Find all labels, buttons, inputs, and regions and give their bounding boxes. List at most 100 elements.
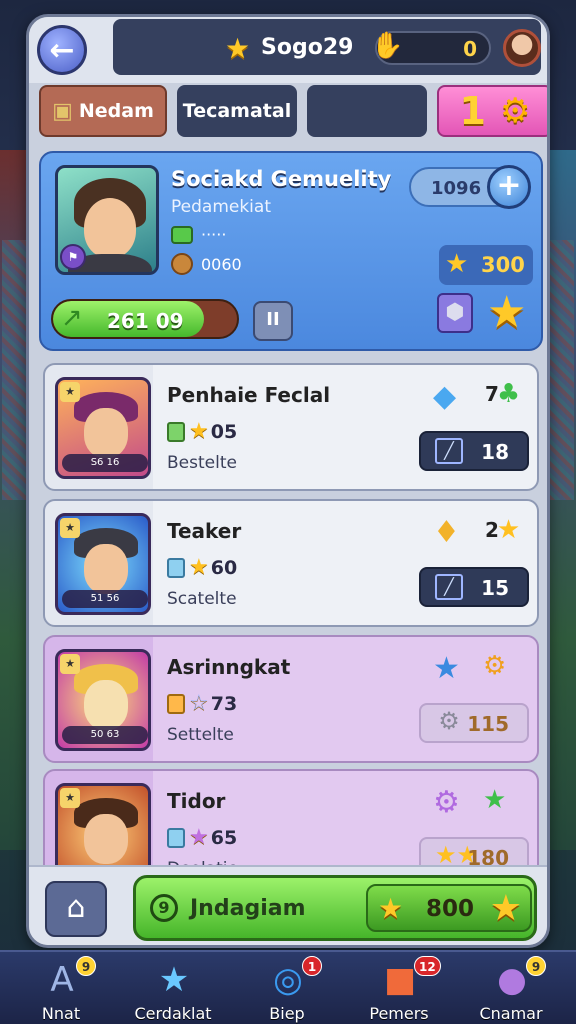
- profile-stat-row-2: 0060: [171, 253, 242, 275]
- card-subtitle: Scatelte: [167, 589, 237, 609]
- home-button[interactable]: ⌂: [45, 881, 107, 937]
- stars-value: 300: [481, 253, 525, 277]
- tab-label: Tecamatal: [182, 100, 292, 122]
- card-stat-row: ★ 05: [167, 419, 237, 444]
- add-button[interactable]: +: [487, 165, 531, 209]
- xp-value: 261 09: [107, 309, 184, 333]
- gem-icon: [171, 225, 193, 244]
- nav-item-cerdaklat[interactable]: ★ Cerdaklat: [118, 956, 228, 1024]
- thumb-caption: S6 16: [62, 454, 148, 472]
- square-icon: [167, 557, 185, 578]
- diamond-icon: ◆: [433, 379, 457, 414]
- card-button-value: 18: [481, 440, 509, 464]
- card-top-stat: 7 ♣: [485, 379, 520, 409]
- nav-label: Cerdaklat: [134, 1004, 212, 1023]
- gear-icon: ⚙: [499, 91, 531, 131]
- start-button-label: Jndagiam: [190, 896, 306, 921]
- profile-name: Sociakd Gemuelity: [171, 167, 392, 191]
- list-item[interactable]: ★ S6 16 Penhaie Feclal ★ 05 Bestelte ◆ 7…: [43, 363, 539, 491]
- tab-settings[interactable]: 1 ⚙: [437, 85, 547, 137]
- character-thumbnail: ★ S6 16: [55, 377, 151, 479]
- avatar[interactable]: [503, 29, 541, 67]
- back-button[interactable]: ←: [37, 25, 87, 75]
- nav-badge: 9: [526, 956, 546, 976]
- card-top-stat: ★: [483, 785, 507, 815]
- nav-item-nnat[interactable]: A 9 Nnat: [6, 956, 116, 1024]
- card-title: Asrinngkat: [167, 655, 291, 679]
- home-icon: ⌂: [66, 890, 86, 925]
- star-icon: ★: [189, 419, 209, 444]
- level-icon: ★: [60, 654, 80, 674]
- star-icon: ★: [445, 249, 469, 279]
- profile-card: ⚑ Sociakd Gemuelity Pedamekiat ····· 006…: [39, 151, 543, 351]
- pause-button[interactable]: II: [253, 301, 293, 341]
- card-stat-row: ★ 65: [167, 825, 237, 850]
- page-title: Sogo29: [261, 35, 354, 60]
- gear-icon: ⚙: [483, 651, 507, 681]
- thumb-face: [84, 814, 128, 864]
- star-icon: ☆: [189, 691, 209, 716]
- card-top-stat: ⚙: [483, 651, 507, 681]
- list-item[interactable]: ★ 51 56 Teaker ★ 60 Scatelte ♦ 2 ★ ╱ 15: [43, 499, 539, 627]
- crest-icon: ⬢: [445, 300, 465, 325]
- nav-badge: 12: [414, 956, 441, 976]
- price-value: 800: [426, 896, 475, 922]
- rank-button[interactable]: ⬢: [437, 293, 473, 333]
- gear-icon: ⚙: [438, 707, 460, 735]
- nav-item-biep[interactable]: ◎ 1 Biep: [232, 956, 342, 1024]
- card-title: Teaker: [167, 519, 242, 543]
- card-action-button[interactable]: ⚙ 115: [419, 703, 529, 743]
- clover-icon: ♣: [496, 379, 521, 409]
- card-stat-row: ★ 60: [167, 555, 237, 580]
- bell-icon: ✋: [371, 31, 404, 61]
- favorite-star-icon[interactable]: ★: [487, 287, 526, 338]
- list-item[interactable]: ★ Tidor ★ 65 Deolatie ⚙ ★ ★★ 180: [43, 769, 539, 885]
- profile-stat-2: 0060: [201, 254, 242, 274]
- title-bar: ★ Sogo29 ✋ 0: [113, 19, 541, 75]
- top-bar: ← ★ Sogo29 ✋ 0: [29, 17, 547, 83]
- portrait-face: [84, 198, 136, 258]
- card-button-value: 15: [481, 576, 509, 600]
- thumb-caption: 51 56: [62, 590, 148, 608]
- currency-pill[interactable]: ✋ 0: [371, 31, 491, 65]
- tab-count: 1: [459, 89, 486, 133]
- card-action-button[interactable]: ╱ 15: [419, 567, 529, 607]
- card-subtitle: Settelte: [167, 725, 234, 745]
- action-bar: ⌂ 9 Jndagiam ★ 800 ★: [29, 865, 547, 945]
- pause-icon: II: [266, 309, 280, 330]
- card-title: Penhaie Feclal: [167, 383, 331, 407]
- tab-empty[interactable]: [307, 85, 427, 137]
- tab-nedam[interactable]: ▣ Nedam: [39, 85, 167, 137]
- character-thumbnail: ★ 51 56: [55, 513, 151, 615]
- star-icon: ★: [483, 785, 507, 815]
- card-value: 05: [210, 420, 238, 443]
- square-icon: [167, 421, 185, 442]
- plus-icon: +: [496, 168, 522, 203]
- level-icon: ★: [60, 788, 80, 808]
- nav-item-pemers[interactable]: ■ 12 Pemers: [344, 956, 454, 1024]
- profile-stat-1: ·····: [201, 225, 227, 244]
- card-value: 73: [210, 692, 238, 715]
- profile-subtitle: Pedamekiat: [171, 197, 271, 217]
- nav-label: Pemers: [369, 1004, 429, 1023]
- chest-icon: ▣: [52, 98, 73, 124]
- list-item[interactable]: ★ 50 63 Asrinngkat ☆ 73 Settelte ★ ⚙ ⚙ 1…: [43, 635, 539, 763]
- tab-tecamatal[interactable]: Tecamatal: [177, 85, 297, 137]
- nav-badge: 9: [76, 956, 96, 976]
- profile-portrait[interactable]: ⚑: [55, 165, 159, 275]
- profile-stat-row-1: ·····: [171, 225, 226, 244]
- thumb-caption: 50 63: [62, 726, 148, 744]
- card-action-button[interactable]: ╱ 18: [419, 431, 529, 471]
- xp-progress-bar: ↗ 261 09: [51, 299, 239, 339]
- coin-icon: [171, 253, 193, 275]
- nav-badge: 1: [302, 956, 322, 976]
- nav-item-cnamar[interactable]: ● 9 Cnamar: [456, 956, 566, 1024]
- card-subtitle: Bestelte: [167, 453, 237, 473]
- star-icon: ★: [496, 515, 521, 545]
- card-value: 65: [210, 826, 238, 849]
- card-value: 60: [210, 556, 238, 579]
- start-button[interactable]: 9 Jndagiam ★ 800 ★: [133, 875, 537, 941]
- tab-label: Nedam: [78, 100, 154, 122]
- sword-icon: ╱: [435, 574, 463, 600]
- level-icon: ★: [60, 382, 80, 402]
